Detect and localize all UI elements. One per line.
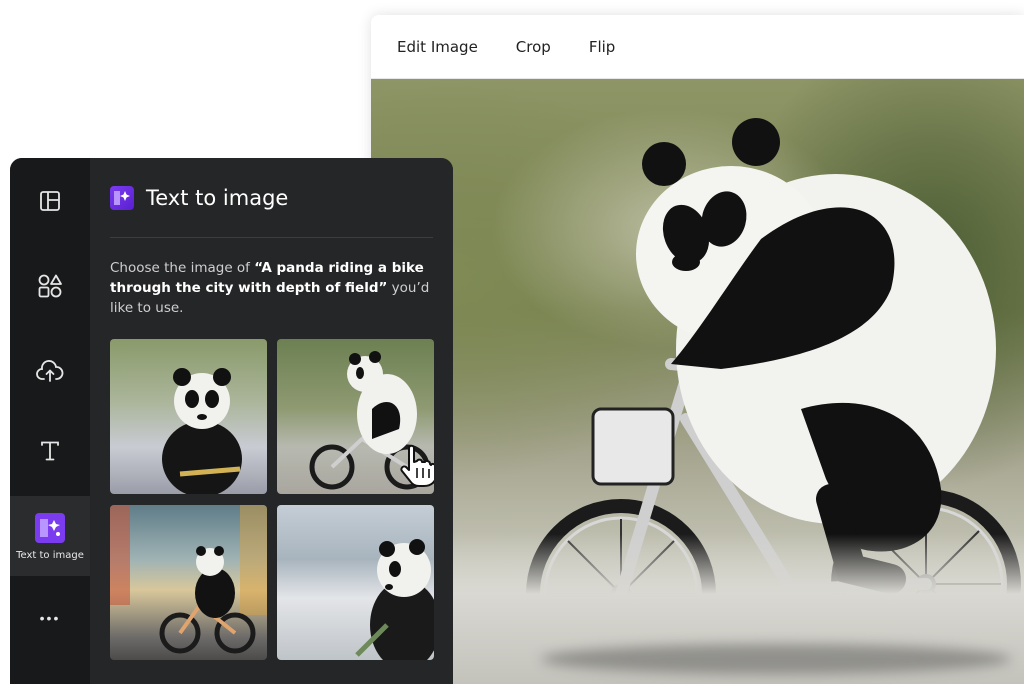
text-to-image-panel: Text to image ••• Text to image Choose t… [10, 158, 453, 684]
image-option-4[interactable] [277, 505, 434, 660]
editor-toolbar: Edit Image Crop Flip [371, 15, 1024, 79]
edit-image-button[interactable]: Edit Image [397, 38, 478, 56]
panel-content: Text to image Choose the image of “A pan… [90, 158, 453, 684]
bike-basket [591, 407, 675, 486]
panel-title: Text to image [146, 186, 289, 210]
header-divider [110, 237, 433, 238]
image-option-2[interactable] [277, 339, 434, 494]
text-tool[interactable] [10, 423, 90, 478]
text-to-image-app-icon [110, 186, 134, 210]
hand-cursor-icon [400, 444, 434, 487]
description-prefix: Choose the image of [110, 260, 255, 276]
uploads-tool[interactable] [10, 343, 90, 398]
layout-tool[interactable] [10, 176, 90, 226]
text-to-image-icon [35, 512, 65, 543]
design-canvas-image[interactable] [371, 79, 1024, 684]
image-option-3[interactable] [110, 505, 267, 660]
elements-icon [38, 274, 62, 297]
crop-button[interactable]: Crop [516, 38, 551, 56]
text-to-image-tool[interactable]: Text to image [10, 496, 90, 576]
panda-thumbnail-3 [110, 505, 267, 654]
panda-thumbnail-4 [355, 539, 434, 660]
side-rail: Text to image ••• [10, 158, 90, 684]
flip-button[interactable]: Flip [589, 38, 615, 56]
layout-icon [40, 191, 60, 211]
ground-shadow [541, 644, 1011, 674]
text-icon [41, 441, 59, 460]
panda-thumbnail-1 [162, 368, 242, 494]
more-tools-button[interactable]: ••• [10, 598, 90, 638]
elements-tool[interactable] [10, 258, 90, 313]
image-option-1[interactable] [110, 339, 267, 494]
panel-header: Text to image [110, 186, 288, 210]
text-to-image-tool-label: Text to image [16, 549, 84, 561]
panel-description: Choose the image of “A panda riding a bi… [110, 258, 430, 318]
more-icon: ••• [39, 610, 61, 626]
editor-window: Edit Image Crop Flip [371, 15, 1024, 684]
upload-icon [36, 359, 64, 382]
